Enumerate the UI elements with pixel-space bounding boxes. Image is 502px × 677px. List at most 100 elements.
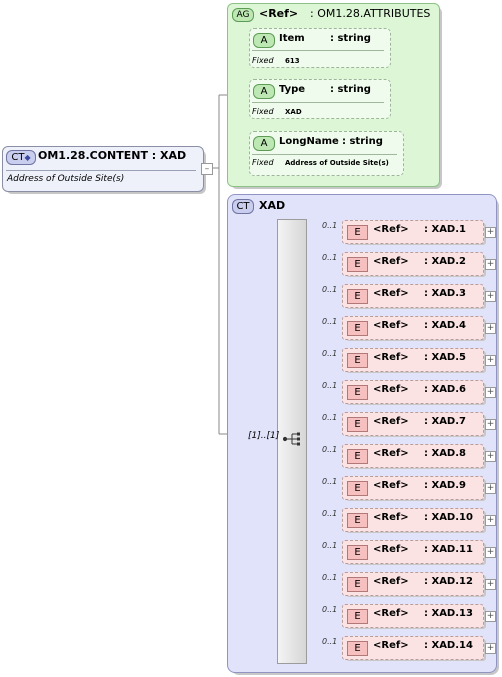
element-name: : XAD.2 [424,256,466,267]
expand-icon[interactable]: + [485,515,496,526]
element-name: : XAD.1 [424,224,466,235]
fixed-value: Address of Outside Site(s) [285,159,389,167]
root-annotation: Address of Outside Site(s) [7,174,125,184]
element-cardinality: 0..1 [322,285,338,294]
fixed-label: Fixed [252,107,274,116]
element-badge: E [347,385,368,400]
element-name: : XAD.3 [424,288,466,299]
element-cardinality: 0..1 [322,605,338,614]
element-badge: E [347,545,368,560]
expand-icon[interactable]: + [485,451,496,462]
attribute-badge: A [253,33,275,48]
expand-icon[interactable]: + [485,611,496,622]
complex-type-badge: CT [232,199,254,214]
attribute-name: Item [279,33,305,44]
element-badge: E [347,321,368,336]
fixed-label: Fixed [252,158,274,167]
element-cardinality: 0..1 [322,541,338,550]
element-badge: E [347,225,368,240]
element-badge: E [347,257,368,272]
element-ref: <Ref> [373,544,409,555]
element-ref: <Ref> [373,608,409,619]
expand-icon[interactable]: + [485,259,496,270]
element-cardinality: 0..1 [322,573,338,582]
attribute-group-title: : OM1.28.ATTRIBUTES [310,7,431,20]
divider [252,102,384,103]
element-ref: <Ref> [373,320,409,331]
element-cardinality: 0..1 [322,349,338,358]
element-name: : XAD.4 [424,320,466,331]
element-badge: E [347,609,368,624]
attribute-name: LongName [279,136,339,147]
element-ref: <Ref> [373,448,409,459]
expand-icon[interactable]: + [485,547,496,558]
sequence-cardinality: [1]..[1] [248,431,280,441]
element-ref: <Ref> [373,576,409,587]
divider [6,170,196,171]
root-title: OM1.28.CONTENT : XAD [38,149,187,162]
element-name: : XAD.6 [424,384,466,395]
element-ref: <Ref> [373,480,409,491]
element-cardinality: 0..1 [322,253,338,262]
expand-icon[interactable]: + [485,579,496,590]
schema-diagram: CT◆ OM1.28.CONTENT : XAD Address of Outs… [0,0,502,677]
divider [252,154,397,155]
expand-icon[interactable]: + [485,387,496,398]
element-name: : XAD.9 [424,480,466,491]
element-cardinality: 0..1 [322,381,338,390]
element-cardinality: 0..1 [322,413,338,422]
fixed-value: XAD [285,108,302,116]
expand-icon[interactable]: + [485,227,496,238]
element-cardinality: 0..1 [322,317,338,326]
fixed-label: Fixed [252,56,274,65]
element-ref: <Ref> [373,288,409,299]
element-cardinality: 0..1 [322,509,338,518]
attribute-type: : string [342,136,383,147]
divider [252,50,384,51]
element-name: : XAD.12 [424,576,473,587]
expand-icon[interactable]: + [485,419,496,430]
element-ref: <Ref> [373,224,409,235]
element-badge: E [347,641,368,656]
element-cardinality: 0..1 [322,477,338,486]
element-name: : XAD.13 [424,608,473,619]
attribute-name: Type [279,84,306,95]
attribute-badge: A [253,136,275,151]
complex-type-badge: CT◆ [6,150,36,165]
element-badge: E [347,481,368,496]
element-cardinality: 0..1 [322,221,338,230]
element-name: : XAD.7 [424,416,466,427]
attribute-badge: A [253,84,275,99]
element-badge: E [347,353,368,368]
element-ref: <Ref> [373,416,409,427]
element-cardinality: 0..1 [322,637,338,646]
element-ref: <Ref> [373,512,409,523]
attribute-group-badge: AG [232,8,254,22]
xad-title: XAD [259,199,286,212]
element-badge: E [347,513,368,528]
attribute-type: : string [330,33,371,44]
element-name: : XAD.11 [424,544,473,555]
attribute-group-ref: <Ref> [259,7,299,20]
collapse-icon[interactable]: – [201,163,213,175]
expand-icon[interactable]: + [485,291,496,302]
expand-icon[interactable]: + [485,643,496,654]
element-name: : XAD.10 [424,512,473,523]
element-ref: <Ref> [373,384,409,395]
complex-type-badge-label: CT [11,152,25,163]
element-ref: <Ref> [373,640,409,651]
element-badge: E [347,577,368,592]
element-ref: <Ref> [373,352,409,363]
expand-icon[interactable]: + [485,483,496,494]
element-ref: <Ref> [373,256,409,267]
element-badge: E [347,449,368,464]
fixed-value: 613 [285,57,300,65]
element-name: : XAD.5 [424,352,466,363]
attribute-type: : string [330,84,371,95]
element-badge: E [347,289,368,304]
element-name: : XAD.14 [424,640,473,651]
sequence-icon [283,432,300,446]
element-name: : XAD.8 [424,448,466,459]
expand-icon[interactable]: + [485,323,496,334]
expand-icon[interactable]: + [485,355,496,366]
